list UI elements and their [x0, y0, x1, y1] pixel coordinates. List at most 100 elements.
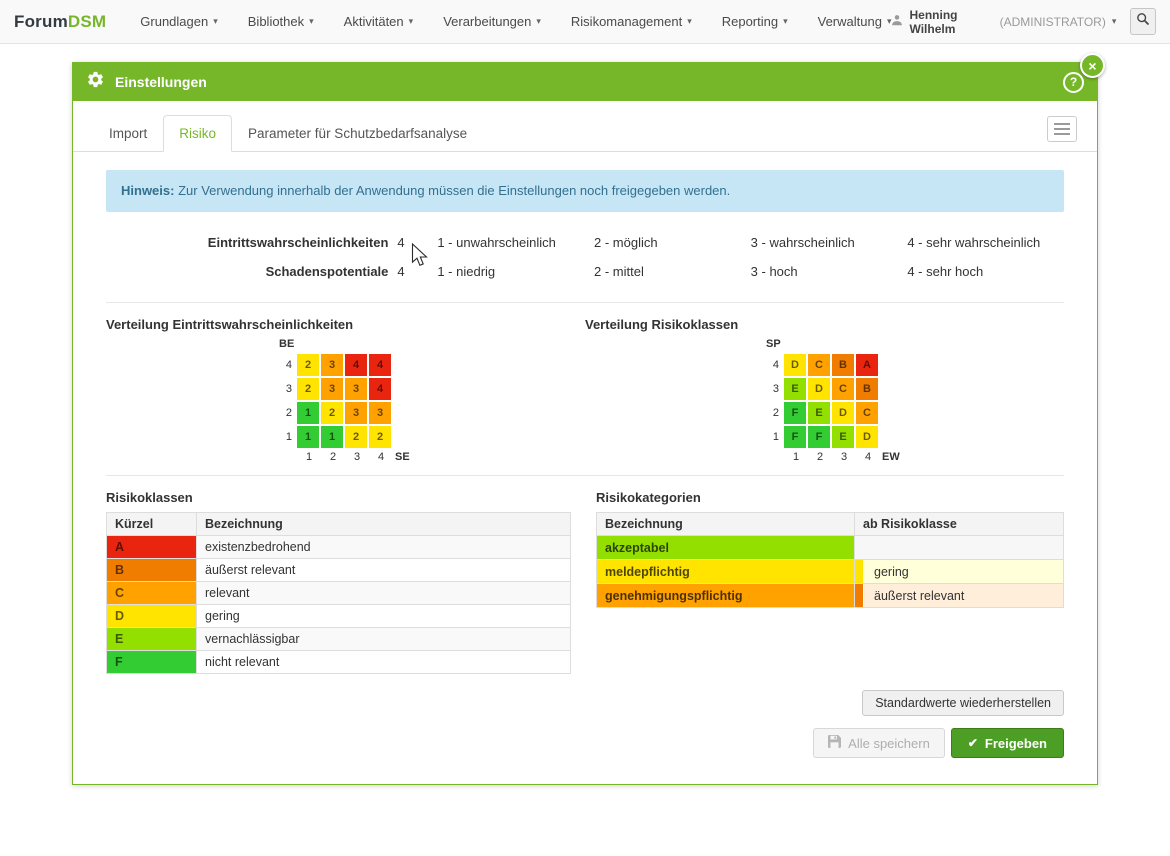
- matrix-cell: C: [808, 354, 830, 376]
- chevron-down-icon: ▾: [783, 17, 788, 26]
- x-axis-label: EW: [882, 451, 900, 463]
- threshold-label: äußerst relevant: [874, 589, 964, 603]
- column-header: Kürzel: [107, 513, 197, 536]
- matrix-cell: B: [832, 354, 854, 376]
- search-button[interactable]: [1130, 8, 1156, 35]
- nav-item-aktivitaeten[interactable]: Aktivitäten ▾: [344, 14, 414, 29]
- chevron-down-icon: ▾: [409, 17, 414, 26]
- risk-categories-section: Risikokategorien Bezeichnung ab Risikokl…: [596, 490, 1064, 674]
- tab-import[interactable]: Import: [93, 115, 163, 152]
- nav-item-label: Aktivitäten: [344, 14, 404, 29]
- matrix-col-label: 3: [345, 451, 369, 463]
- nav-item-grundlagen[interactable]: Grundlagen ▾: [140, 14, 217, 29]
- chevron-down-icon: ▾: [309, 17, 314, 26]
- distribution-risk-classes: Verteilung Risikoklassen SP 4 D C B A 3 …: [585, 317, 1064, 463]
- risk-class-code: A: [107, 536, 197, 559]
- help-button[interactable]: ?: [1063, 72, 1084, 93]
- setting-value[interactable]: 4: [388, 264, 437, 279]
- matrix-cell: 3: [321, 378, 343, 400]
- scale-step-label: 1 - niedrig: [437, 264, 594, 279]
- table-row: E vernachlässigbar: [107, 628, 571, 651]
- scale-step-label: 4 - sehr hoch: [907, 264, 1064, 279]
- close-icon: ×: [1088, 58, 1096, 74]
- risk-class-code: D: [107, 605, 197, 628]
- scale-step-label: 2 - möglich: [594, 235, 751, 250]
- risk-class-code: C: [107, 582, 197, 605]
- top-navbar: ForumDSM Grundlagen ▾ Bibliothek ▾ Aktiv…: [0, 0, 1170, 44]
- matrix-cell: C: [856, 402, 878, 424]
- scale-settings: Eintrittswahrscheinlichkeiten 4 1 - unwa…: [106, 228, 1064, 290]
- table-row: A existenzbedrohend: [107, 536, 571, 559]
- setting-value[interactable]: 4: [388, 235, 437, 250]
- nav-item-label: Verwaltung: [818, 14, 882, 29]
- ew-matrix: BE 4 2 3 4 4 3 2 3 3 4: [278, 338, 585, 463]
- table-row: F nicht relevant: [107, 651, 571, 674]
- matrix-cell: 2: [297, 378, 319, 400]
- setting-row-eintrittswahrscheinlichkeiten: Eintrittswahrscheinlichkeiten 4 1 - unwa…: [106, 228, 1064, 257]
- check-icon: ✔: [968, 736, 978, 750]
- matrix-col-label: 4: [369, 451, 393, 463]
- notice-text: Zur Verwendung innerhalb der Anwendung m…: [178, 183, 730, 198]
- risk-class-code: F: [107, 651, 197, 674]
- matrix-cell: D: [784, 354, 806, 376]
- scale-step-label: 2 - mittel: [594, 264, 751, 279]
- matrix-cell: 4: [345, 354, 367, 376]
- nav-item-verarbeitungen[interactable]: Verarbeitungen ▾: [443, 14, 541, 29]
- matrix-cell: 1: [297, 402, 319, 424]
- y-axis-label: SP: [766, 338, 1064, 350]
- setting-label: Schadenspotentiale: [106, 264, 388, 279]
- matrix-col-label: 1: [784, 451, 808, 463]
- table-header-row: Kürzel Bezeichnung: [107, 513, 571, 536]
- nav-item-bibliothek[interactable]: Bibliothek ▾: [248, 14, 314, 29]
- section-title: Risikokategorien: [596, 490, 1064, 505]
- scale-step-label: 1 - unwahrscheinlich: [437, 235, 594, 250]
- user-menu[interactable]: Henning Wilhelm (ADMINISTRATOR) ▾: [891, 8, 1116, 36]
- gear-icon: [86, 70, 105, 94]
- divider: [106, 475, 1064, 476]
- matrix-cell: D: [808, 378, 830, 400]
- main-menu: Grundlagen ▾ Bibliothek ▾ Aktivitäten ▾ …: [140, 14, 891, 29]
- nav-item-verwaltung[interactable]: Verwaltung ▾: [818, 14, 892, 29]
- app-logo[interactable]: ForumDSM: [14, 12, 106, 32]
- list-menu-button[interactable]: [1047, 116, 1077, 142]
- risk-class-matrix: SP 4 D C B A 3 E D C B: [765, 338, 1064, 463]
- matrix-cell: E: [808, 402, 830, 424]
- matrix-cell: 3: [369, 402, 391, 424]
- restore-defaults-label: Standardwerte wiederherstellen: [875, 696, 1051, 710]
- matrix-row-label: 3: [278, 383, 292, 395]
- nav-item-label: Grundlagen: [140, 14, 208, 29]
- matrix-cell: 2: [321, 402, 343, 424]
- matrix-cell: E: [784, 378, 806, 400]
- risk-category-threshold: [855, 536, 1064, 560]
- tab-risiko[interactable]: Risiko: [163, 115, 232, 152]
- tab-bar: Import Risiko Parameter für Schutzbedarf…: [73, 115, 1097, 152]
- risk-category-threshold: äußerst relevant: [855, 584, 1064, 608]
- matrix-cell: F: [808, 426, 830, 448]
- close-button[interactable]: ×: [1080, 53, 1105, 78]
- matrix-row-label: 4: [278, 359, 292, 371]
- matrix-cell: B: [856, 378, 878, 400]
- nav-item-risikomanagement[interactable]: Risikomanagement ▾: [571, 14, 692, 29]
- x-axis-label: SE: [395, 451, 410, 463]
- restore-defaults-button[interactable]: Standardwerte wiederherstellen: [862, 690, 1064, 716]
- threshold-label: gering: [874, 565, 909, 579]
- release-button[interactable]: ✔ Freigeben: [951, 728, 1064, 758]
- risk-class-label: existenzbedrohend: [197, 536, 571, 559]
- y-axis-label: BE: [279, 338, 585, 350]
- matrix-cell: F: [784, 426, 806, 448]
- matrix-cell: 2: [369, 426, 391, 448]
- menu-icon: [1054, 133, 1070, 135]
- help-icon: ?: [1070, 75, 1077, 89]
- section-title: Verteilung Risikoklassen: [585, 317, 1064, 332]
- table-row: B äußerst relevant: [107, 559, 571, 582]
- nav-item-reporting[interactable]: Reporting ▾: [722, 14, 788, 29]
- dialog-title: Einstellungen: [115, 74, 207, 90]
- chevron-down-icon: ▾: [1112, 17, 1117, 26]
- risk-class-label: äußerst relevant: [197, 559, 571, 582]
- matrix-row-label: 2: [278, 407, 292, 419]
- release-label: Freigeben: [985, 736, 1047, 751]
- user-role: (ADMINISTRATOR): [1000, 15, 1106, 29]
- tab-parameter-schutzbedarfsanalyse[interactable]: Parameter für Schutzbedarfsanalyse: [232, 115, 483, 152]
- save-all-button[interactable]: Alle speichern: [813, 728, 945, 758]
- tab-content: Hinweis: Zur Verwendung innerhalb der An…: [73, 152, 1097, 758]
